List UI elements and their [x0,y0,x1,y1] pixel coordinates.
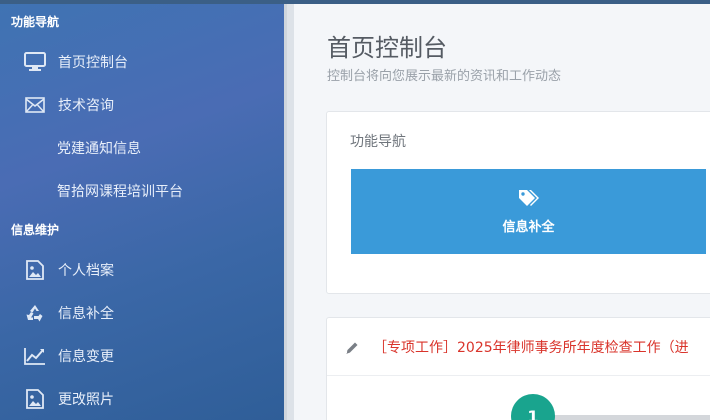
line-chart-icon [24,345,46,367]
image-file-icon [24,388,46,410]
function-nav-panel: 功能导航 信息补全 [326,111,710,294]
sidebar-item-tech-consult[interactable]: 技术咨询 [0,83,284,126]
info-complete-tile[interactable]: 信息补全 [351,169,706,254]
pencil-icon [345,340,359,354]
image-file-icon [24,259,46,281]
tags-icon [517,188,541,212]
sidebar-item-label: 党建通知信息 [57,140,141,157]
sidebar-item-training-platform[interactable]: 智拾网课程培训平台 [0,169,284,212]
sidebar-item-party-notice[interactable]: 党建通知信息 [0,126,284,169]
sidebar-item-personal-file[interactable]: 个人档案 [0,248,284,291]
sidebar-item-label: 个人档案 [58,262,114,279]
sidebar: 功能导航 首页控制台 技术咨询 党建通知信息 智拾网课程培训平台 信息维护 个人… [0,4,284,420]
sidebar-item-label: 信息变更 [58,348,114,365]
sidebar-item-change-photo[interactable]: 更改照片 [0,377,284,420]
sidebar-item-label: 首页控制台 [58,54,128,71]
monitor-icon [24,51,46,73]
page-subtitle: 控制台将向您展示最新的资讯和工作动态 [327,69,562,84]
notice-panel: ［专项工作］2025年律师事务所年度检查工作（进 1 [326,317,710,420]
page-title: 首页控制台 [327,34,447,62]
step-progress-line [553,415,710,420]
sidebar-item-info-change[interactable]: 信息变更 [0,334,284,377]
sidebar-item-label: 技术咨询 [58,97,114,114]
sidebar-item-dashboard[interactable]: 首页控制台 [0,40,284,83]
sidebar-section-title-info: 信息维护 [11,223,60,237]
sidebar-item-label: 信息补全 [58,305,114,322]
panel-title: 功能导航 [350,134,406,150]
tile-label: 信息补全 [502,220,555,235]
sidebar-item-label: 智拾网课程培训平台 [57,183,183,200]
sidebar-gutter [284,4,294,420]
envelope-icon [24,94,46,116]
sidebar-item-info-complete[interactable]: 信息补全 [0,291,284,334]
sidebar-section-title-nav: 功能导航 [11,15,60,29]
sidebar-item-label: 更改照片 [58,391,114,408]
main-content: 首页控制台 控制台将向您展示最新的资讯和工作动态 功能导航 信息补全 ［专项工作… [294,4,710,420]
step-indicator: 1 [511,394,555,420]
recycle-icon [24,302,46,324]
notice-header: ［专项工作］2025年律师事务所年度检查工作（进 [327,318,710,376]
notice-link[interactable]: ［专项工作］2025年律师事务所年度检查工作（进 [373,337,689,357]
